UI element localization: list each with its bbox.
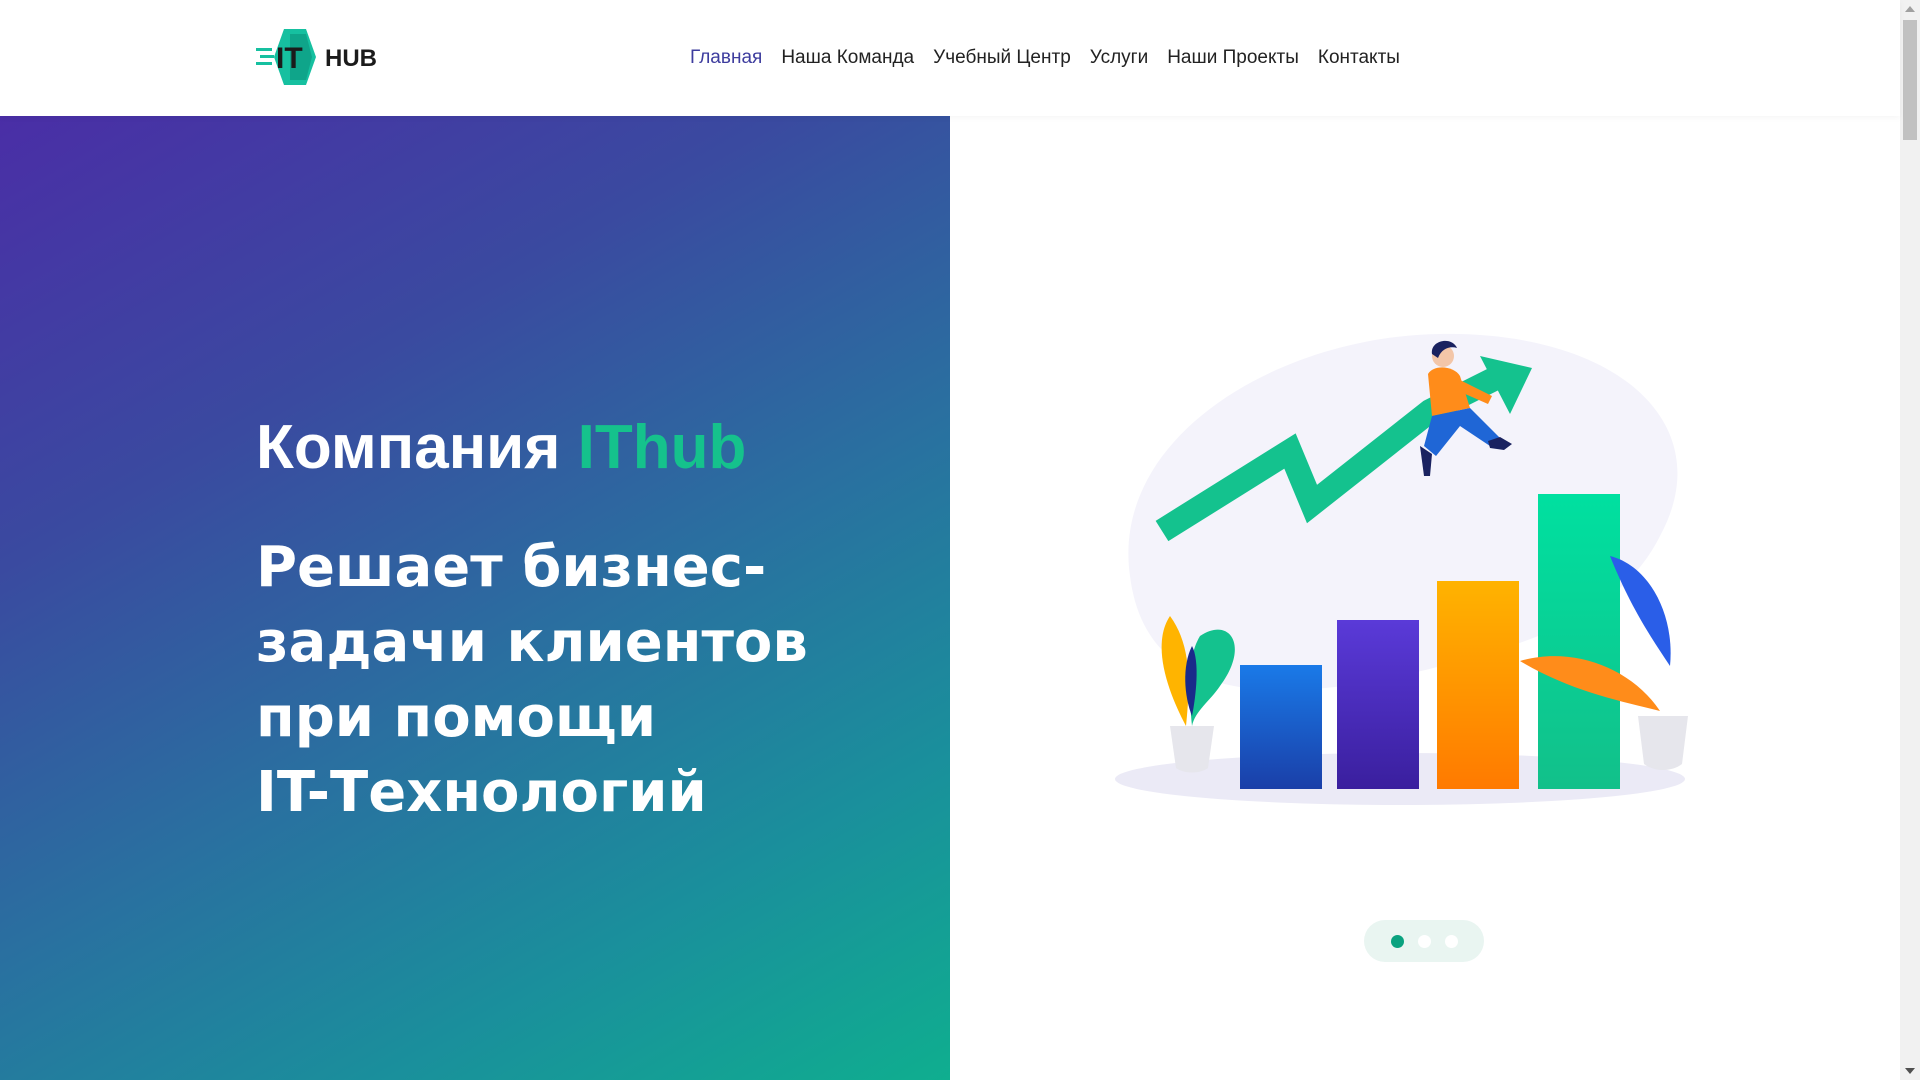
site-header: IT HUB Главная Наша Команда Учебный Цент…	[0, 0, 1900, 116]
logo-text-hub: HUB	[325, 45, 377, 72]
hero-title-accent: IThub	[577, 413, 747, 482]
chart-bar-orange	[1437, 581, 1519, 789]
hero-subtitle-line: задачи клиентов	[256, 610, 808, 675]
hero-illustration-panel	[950, 116, 1900, 1080]
scroll-up-arrow-icon[interactable]	[1900, 0, 1920, 18]
nav-item-contacts[interactable]: Контакты	[1318, 44, 1400, 72]
hero-banner: Компания IThub Решает бизнес- задачи кли…	[0, 116, 950, 1080]
slider-dot[interactable]	[1417, 934, 1431, 948]
scrollbar-thumb[interactable]	[1903, 20, 1917, 140]
nav-item-services[interactable]: Услуги	[1090, 44, 1148, 72]
chart-bar-blue	[1240, 665, 1322, 789]
hero-title-prefix: Компания	[256, 413, 578, 482]
main-nav: Главная Наша Команда Учебный Центр Услуг…	[690, 44, 1400, 72]
slider-dot[interactable]	[1390, 934, 1404, 948]
ithub-logo-icon[interactable]: IT HUB	[254, 26, 384, 88]
page: IT HUB Главная Наша Команда Учебный Цент…	[0, 0, 1920, 1080]
plant-left	[1161, 616, 1235, 773]
hero-title: Компания IThub	[256, 412, 746, 484]
nav-item-projects[interactable]: Наши Проекты	[1167, 44, 1299, 72]
vertical-scrollbar[interactable]	[1900, 0, 1920, 1080]
scroll-down-arrow-icon[interactable]	[1900, 1062, 1920, 1080]
slider-pagination	[1364, 920, 1484, 962]
hero-subtitle-line: IT-Технологий	[256, 760, 707, 825]
nav-item-team[interactable]: Наша Команда	[781, 44, 914, 72]
hero-subtitle-line: Решает бизнес-	[256, 535, 767, 600]
chart-bar-purple	[1337, 620, 1419, 789]
logo-text-it: IT	[276, 42, 303, 75]
hero-subtitle: Решает бизнес- задачи клиентов при помощ…	[256, 530, 808, 830]
nav-item-training-center[interactable]: Учебный Центр	[933, 44, 1071, 72]
slider-dot[interactable]	[1444, 934, 1458, 948]
nav-item-home[interactable]: Главная	[690, 44, 762, 72]
chart-bar-green	[1538, 494, 1620, 789]
hero-subtitle-line: при помощи	[256, 685, 657, 750]
growth-chart-illustration	[1115, 333, 1688, 805]
